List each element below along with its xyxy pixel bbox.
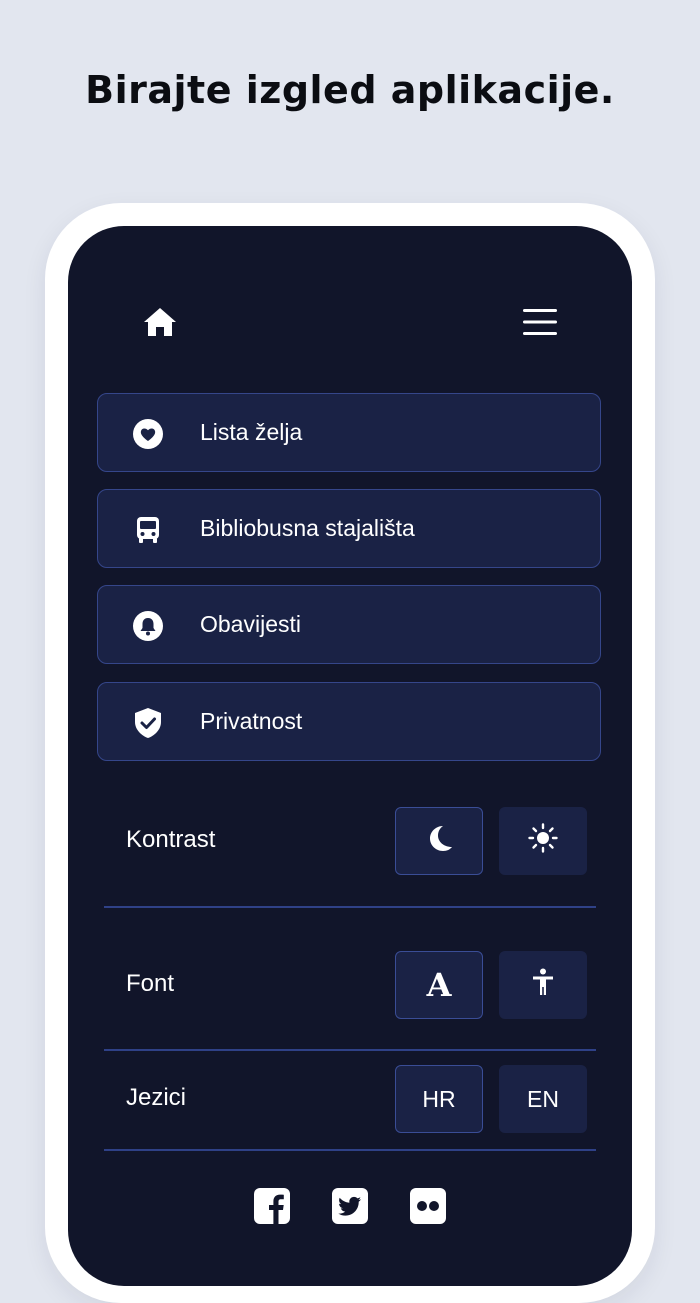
menu-item-notifications[interactable]: Obavijesti [97,585,601,664]
twitter-icon[interactable] [332,1188,368,1224]
accessibility-icon [531,968,555,1002]
flickr-icon[interactable] [410,1188,446,1224]
menu-item-wishlist[interactable]: Lista želja [97,393,601,472]
menu-item-label: Obavijesti [200,611,301,637]
menu-item-label: Lista želja [200,419,303,445]
moon-icon [424,823,454,859]
dark-mode-button[interactable] [395,807,483,875]
menu-item-label: Bibliobusna stajališta [200,515,415,541]
bell-icon [132,610,164,642]
divider [104,906,596,908]
font-serif-icon: A [426,966,452,1004]
facebook-icon[interactable] [254,1188,290,1224]
app-screen: Lista želja Bibliobusna stajališta Obavi… [68,226,632,1286]
font-accessible-button[interactable] [499,951,587,1019]
menu-item-bus-stops[interactable]: Bibliobusna stajališta [97,489,601,568]
language-en-button[interactable]: EN [499,1065,587,1133]
menu-item-label: Privatnost [200,708,303,734]
font-serif-button[interactable]: A [395,951,483,1019]
divider [104,1149,596,1151]
language-hr-button[interactable]: HR [395,1065,483,1133]
contrast-label: Kontrast [126,826,216,853]
hamburger-menu-icon[interactable] [522,304,558,340]
headline: Birajte izgled aplikacije. [85,68,615,112]
font-label: Font [126,970,175,997]
divider [104,1049,596,1051]
language-label: Jezici [126,1084,187,1111]
menu-item-privacy[interactable]: Privatnost [97,682,601,761]
home-icon[interactable] [142,304,178,340]
heart-icon [132,418,164,450]
sun-icon [528,823,558,859]
bus-icon [132,514,164,546]
light-mode-button[interactable] [499,807,587,875]
shield-check-icon [132,707,164,739]
